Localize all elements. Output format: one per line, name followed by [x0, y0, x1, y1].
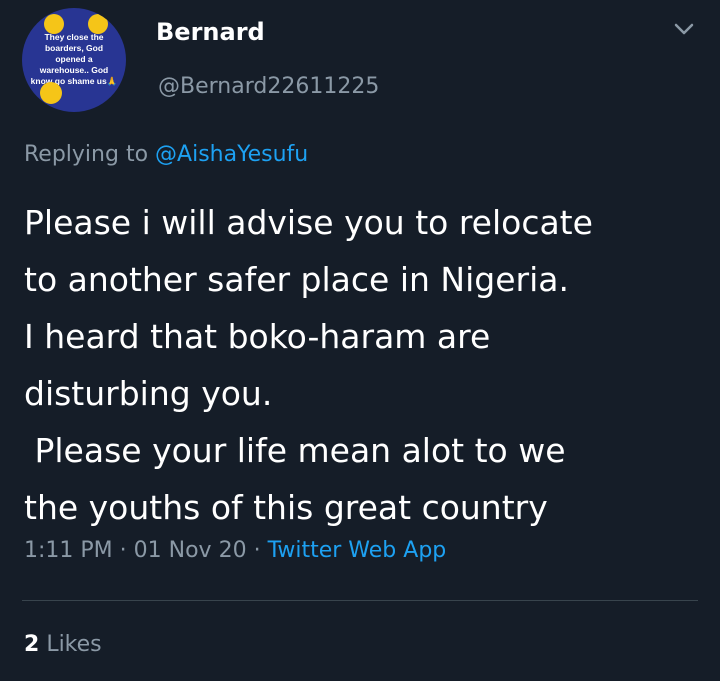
tweet-line: disturbing you.	[24, 374, 273, 413]
user-handle[interactable]: @Bernard22611225	[158, 74, 379, 99]
avatar[interactable]: They close the boarders, God opened a wa…	[22, 8, 126, 112]
chevron-down-icon[interactable]	[674, 22, 694, 36]
tweet-line: Please i will advise you to relocate	[24, 203, 593, 242]
source-app-link[interactable]: Twitter Web App	[268, 538, 447, 563]
tweet-line: I heard that boko-haram are	[24, 317, 491, 356]
emoji-face-icon	[88, 14, 108, 34]
meta-separator: ·	[119, 538, 127, 563]
avatar-caption: They close the boarders, God opened a wa…	[30, 32, 118, 86]
tweet-meta: 1:11 PM · 01 Nov 20 · Twitter Web App	[24, 538, 446, 563]
meta-separator: ·	[253, 538, 261, 563]
reply-prefix: Replying to	[24, 142, 149, 167]
emoji-face-icon	[44, 14, 64, 34]
tweet-line: Please your life mean alot to we	[24, 431, 566, 470]
reply-mention-link[interactable]: @AishaYesufu	[155, 142, 308, 167]
tweet-line: to another safer place in Nigeria.	[24, 260, 569, 299]
likes-count: 2	[24, 632, 40, 657]
reply-context: Replying to @AishaYesufu	[24, 142, 308, 167]
tweet-line: the youths of this great country	[24, 488, 548, 527]
tweet-text: Please i will advise you to relocate to …	[24, 194, 704, 536]
display-name[interactable]: Bernard	[156, 18, 265, 46]
tweet-time[interactable]: 1:11 PM	[24, 538, 113, 563]
likes-label: Likes	[46, 632, 102, 657]
likes-link[interactable]: 2 Likes	[24, 632, 102, 657]
tweet-date[interactable]: 01 Nov 20	[134, 538, 247, 563]
divider	[22, 600, 698, 601]
emoji-face-icon	[40, 82, 62, 104]
